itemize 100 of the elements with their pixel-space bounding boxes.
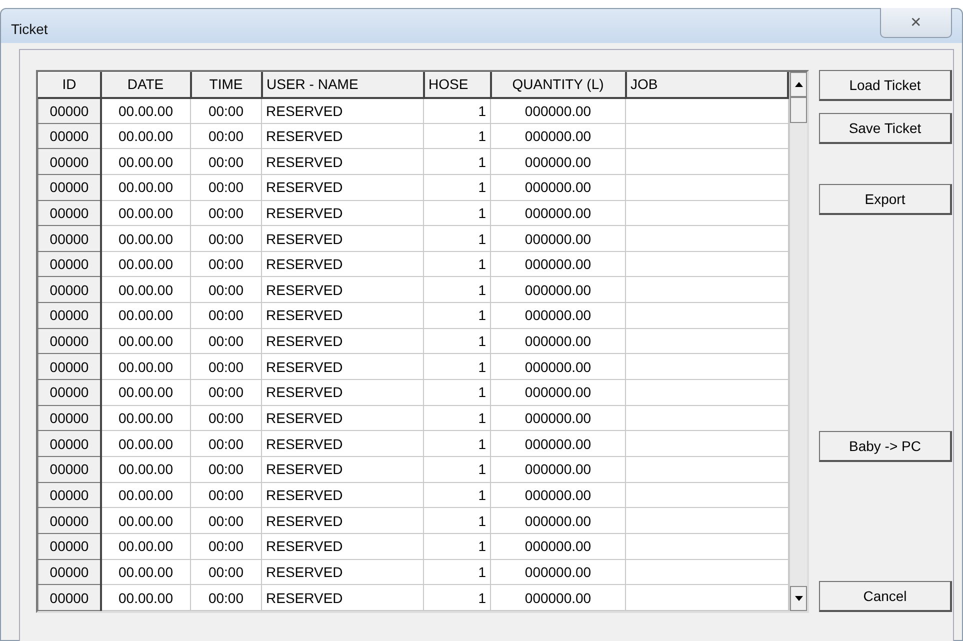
table-cell: 00.00.00 <box>100 276 190 303</box>
table-cell: 000000.00 <box>490 430 626 456</box>
table-cell: 00.00.00 <box>100 174 190 200</box>
table-cell: 000000.00 <box>490 123 626 149</box>
table-cell: 1 <box>424 559 490 585</box>
table-cell: 000000.00 <box>490 482 626 508</box>
row-header: 00000 <box>38 584 100 610</box>
table-cell: 00.00.00 <box>100 148 190 174</box>
row-header: 00000 <box>38 430 100 456</box>
table-cell: 00:00 <box>190 302 262 328</box>
column-header[interactable]: USER - NAME <box>262 72 424 98</box>
table-cell: 00:00 <box>190 584 262 610</box>
table-cell: 1 <box>424 98 490 124</box>
table-cell: RESERVED <box>262 508 424 534</box>
table-cell: 00:00 <box>190 276 262 303</box>
table-cell: 00:00 <box>190 559 262 585</box>
table-cell: RESERVED <box>262 200 424 226</box>
table-cell: 1 <box>424 584 490 610</box>
row-header: 00000 <box>38 380 100 406</box>
row-header: 00000 <box>38 354 100 380</box>
table-cell: RESERVED <box>262 456 424 482</box>
table-cell: 00:00 <box>190 380 262 406</box>
column-header[interactable]: DATE <box>100 72 190 98</box>
table-cell: 00.00.00 <box>100 456 190 482</box>
dialog-button[interactable]: Baby -> PC <box>819 431 952 462</box>
row-header: 00000 <box>38 405 100 431</box>
table-cell: 000000.00 <box>490 148 626 174</box>
row-header: 00000 <box>38 328 100 354</box>
table-cell: 00:00 <box>190 456 262 482</box>
table-cell: 000000.00 <box>490 380 626 406</box>
table-cell: RESERVED <box>262 430 424 456</box>
table-cell: 00:00 <box>190 98 262 124</box>
table-cell: 00:00 <box>190 482 262 508</box>
table-cell: RESERVED <box>262 276 424 303</box>
row-header: 00000 <box>38 482 100 508</box>
table-cell: 000000.00 <box>490 328 626 354</box>
column-header[interactable]: JOB <box>626 72 788 98</box>
table-cell: 000000.00 <box>490 174 626 200</box>
table-cell: 000000.00 <box>490 405 626 431</box>
table-cell: RESERVED <box>262 405 424 431</box>
table-cell: 00:00 <box>190 354 262 380</box>
table-cell: 00:00 <box>190 251 262 277</box>
table-cell: RESERVED <box>262 533 424 560</box>
scroll-up-button[interactable] <box>790 72 807 97</box>
row-header: 00000 <box>38 98 100 124</box>
table-cell: 1 <box>424 123 490 149</box>
table-cell: RESERVED <box>262 584 424 610</box>
table-cell: 00.00.00 <box>100 123 190 149</box>
table-cell: 1 <box>424 405 490 431</box>
column-header[interactable]: ID <box>38 72 100 98</box>
column-header[interactable]: HOSE <box>424 72 490 98</box>
down-arrow-icon <box>794 596 803 601</box>
table-cell: 000000.00 <box>490 200 626 226</box>
table-cell: RESERVED <box>262 123 424 149</box>
table-cell: 000000.00 <box>490 276 626 303</box>
table-cell: 000000.00 <box>490 508 626 534</box>
table-cell: 00:00 <box>190 328 262 354</box>
row-header: 00000 <box>38 251 100 277</box>
column-header[interactable]: QUANTITY (L) <box>490 72 626 98</box>
table-cell: RESERVED <box>262 174 424 200</box>
table-cell: 00.00.00 <box>100 251 190 277</box>
table-cell: 1 <box>424 148 490 174</box>
table-cell: 1 <box>424 226 490 252</box>
table-cell: 00:00 <box>190 200 262 226</box>
scroll-down-button[interactable] <box>790 586 807 611</box>
row-header: 00000 <box>38 302 100 328</box>
table-cell: 00.00.00 <box>100 508 190 534</box>
scrollbar[interactable] <box>789 72 807 611</box>
table-cell: 000000.00 <box>490 584 626 610</box>
table-cell: 1 <box>424 328 490 354</box>
dialog-button[interactable]: Save Ticket <box>819 113 952 144</box>
table-cell: RESERVED <box>262 380 424 406</box>
table-cell: 000000.00 <box>490 559 626 585</box>
table-cell: 000000.00 <box>490 251 626 277</box>
table-cell: 00.00.00 <box>100 430 190 456</box>
table-cell: 1 <box>424 251 490 277</box>
dialog-button[interactable]: Export <box>819 184 952 215</box>
table-cell: 000000.00 <box>490 98 626 124</box>
row-header: 00000 <box>38 174 100 200</box>
row-header: 00000 <box>38 533 100 560</box>
table-cell: 1 <box>424 456 490 482</box>
table-cell: RESERVED <box>262 559 424 585</box>
dialog-button[interactable]: Cancel <box>819 581 952 612</box>
table-cell: 00.00.00 <box>100 482 190 508</box>
row-header: 00000 <box>38 276 100 303</box>
table-cell: 00:00 <box>190 430 262 456</box>
table-cell: RESERVED <box>262 482 424 508</box>
table-cell: 00.00.00 <box>100 98 190 124</box>
table-cell: 000000.00 <box>490 456 626 482</box>
table-cell: 00.00.00 <box>100 533 190 560</box>
table-cell: 000000.00 <box>490 226 626 252</box>
dialog-button[interactable]: Load Ticket <box>819 70 952 101</box>
row-header: 00000 <box>38 559 100 585</box>
column-header[interactable]: TIME <box>190 72 262 98</box>
close-button[interactable]: ✕ <box>880 8 952 38</box>
table-cell: 1 <box>424 533 490 560</box>
scroll-thumb[interactable] <box>790 97 807 123</box>
table-cell: 00.00.00 <box>100 302 190 328</box>
table-cell: RESERVED <box>262 328 424 354</box>
table-cell: 1 <box>424 276 490 303</box>
